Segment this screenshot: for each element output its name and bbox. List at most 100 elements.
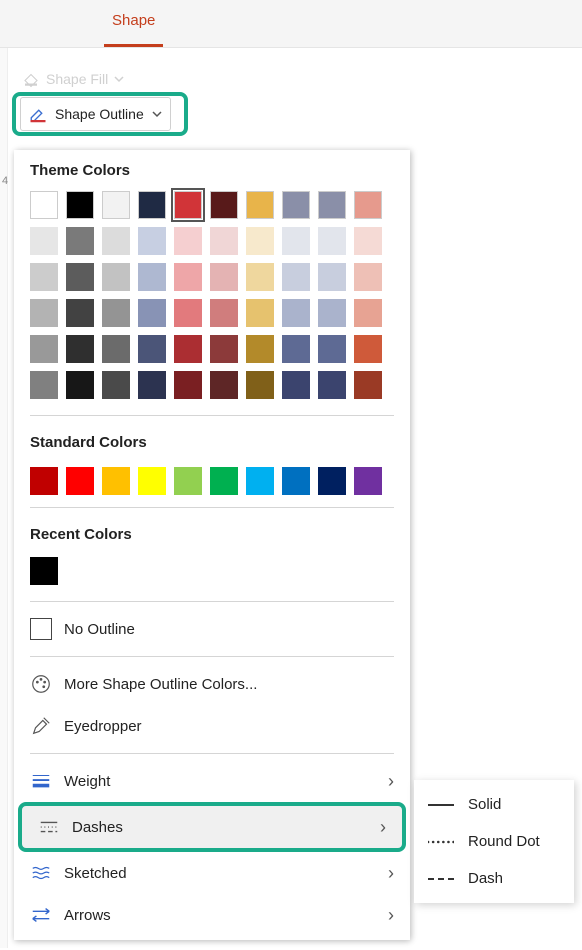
theme-swatch[interactable] (138, 263, 166, 291)
theme-swatch[interactable] (318, 371, 346, 399)
theme-swatch[interactable] (66, 335, 94, 363)
dashes-lines-icon (38, 816, 60, 838)
dash-option-dash[interactable]: Dash (414, 860, 574, 897)
ribbon-bar: Shape (0, 0, 582, 48)
theme-swatch[interactable] (66, 299, 94, 327)
theme-swatch[interactable] (210, 371, 238, 399)
eyedropper-item[interactable]: Eyedropper (14, 705, 410, 747)
theme-swatch[interactable] (282, 335, 310, 363)
theme-swatch[interactable] (354, 335, 382, 363)
theme-swatch[interactable] (318, 227, 346, 255)
theme-swatch[interactable] (282, 227, 310, 255)
dashes-label: Dashes (72, 819, 123, 836)
theme-swatch[interactable] (246, 227, 274, 255)
dash-option-label: Dash (468, 870, 503, 887)
recent-swatch[interactable] (30, 557, 58, 585)
theme-swatch[interactable] (282, 299, 310, 327)
theme-swatch[interactable] (102, 263, 130, 291)
theme-swatch[interactable] (138, 227, 166, 255)
theme-swatch[interactable] (282, 191, 310, 219)
dash-option-solid[interactable]: Solid (414, 786, 574, 823)
standard-swatch[interactable] (318, 467, 346, 495)
theme-swatch[interactable] (30, 335, 58, 363)
theme-swatch[interactable] (354, 299, 382, 327)
theme-swatch[interactable] (102, 227, 130, 255)
standard-swatch[interactable] (138, 467, 166, 495)
theme-swatch[interactable] (354, 191, 382, 219)
tab-shape[interactable]: Shape (104, 0, 163, 47)
theme-swatch[interactable] (30, 299, 58, 327)
arrows-label: Arrows (64, 907, 111, 924)
theme-swatch[interactable] (246, 371, 274, 399)
standard-colors-heading: Standard Colors (14, 422, 410, 459)
theme-swatch[interactable] (318, 191, 346, 219)
standard-swatch[interactable] (282, 467, 310, 495)
theme-swatch[interactable] (318, 335, 346, 363)
theme-swatch[interactable] (210, 299, 238, 327)
standard-swatch[interactable] (210, 467, 238, 495)
theme-swatch[interactable] (246, 335, 274, 363)
standard-swatch[interactable] (30, 467, 58, 495)
arrows-item[interactable]: Arrows › (14, 894, 410, 936)
divider (30, 753, 394, 754)
eyedropper-icon (30, 715, 52, 737)
theme-swatch[interactable] (138, 335, 166, 363)
theme-swatch[interactable] (354, 227, 382, 255)
more-colors-item[interactable]: More Shape Outline Colors... (14, 663, 410, 705)
weight-lines-icon (30, 770, 52, 792)
theme-swatch[interactable] (66, 227, 94, 255)
weight-item[interactable]: Weight › (14, 760, 410, 802)
divider (30, 656, 394, 657)
sketched-lines-icon (30, 862, 52, 884)
theme-swatch[interactable] (174, 191, 202, 219)
theme-swatch[interactable] (66, 191, 94, 219)
theme-swatch[interactable] (282, 263, 310, 291)
theme-swatch[interactable] (174, 263, 202, 291)
theme-swatch[interactable] (246, 263, 274, 291)
theme-swatch[interactable] (30, 227, 58, 255)
theme-swatch[interactable] (318, 263, 346, 291)
shape-outline-button[interactable]: Shape Outline (20, 97, 171, 131)
theme-swatch[interactable] (66, 263, 94, 291)
shape-fill-button[interactable]: Shape Fill (22, 70, 124, 88)
sketched-item[interactable]: Sketched › (14, 852, 410, 894)
dashes-item[interactable]: Dashes › (18, 802, 406, 852)
theme-swatch[interactable] (282, 371, 310, 399)
theme-swatch[interactable] (102, 191, 130, 219)
standard-swatch[interactable] (246, 467, 274, 495)
recent-colors-row (14, 551, 410, 595)
theme-swatch[interactable] (66, 371, 94, 399)
theme-swatch[interactable] (210, 227, 238, 255)
theme-swatch[interactable] (354, 263, 382, 291)
theme-swatch[interactable] (318, 299, 346, 327)
theme-swatch[interactable] (354, 371, 382, 399)
theme-swatch[interactable] (174, 227, 202, 255)
theme-swatch[interactable] (102, 371, 130, 399)
standard-swatch[interactable] (102, 467, 130, 495)
dash-option-dot[interactable]: Round Dot (414, 823, 574, 860)
standard-swatch[interactable] (354, 467, 382, 495)
no-outline-item[interactable]: No Outline (14, 608, 410, 650)
theme-swatch[interactable] (102, 299, 130, 327)
standard-swatch[interactable] (66, 467, 94, 495)
theme-swatch[interactable] (246, 191, 274, 219)
theme-swatch[interactable] (246, 299, 274, 327)
theme-colors-heading: Theme Colors (14, 150, 410, 187)
theme-swatch[interactable] (138, 371, 166, 399)
theme-swatch[interactable] (210, 191, 238, 219)
theme-swatch[interactable] (210, 263, 238, 291)
theme-swatch[interactable] (102, 335, 130, 363)
shape-outline-highlight: Shape Outline (12, 92, 188, 136)
theme-swatch[interactable] (30, 263, 58, 291)
theme-swatch[interactable] (210, 335, 238, 363)
theme-swatch[interactable] (30, 191, 58, 219)
more-colors-label: More Shape Outline Colors... (64, 676, 257, 693)
pen-outline-icon (29, 105, 47, 123)
theme-swatch[interactable] (138, 191, 166, 219)
theme-swatch[interactable] (30, 371, 58, 399)
theme-swatch[interactable] (138, 299, 166, 327)
standard-swatch[interactable] (174, 467, 202, 495)
theme-swatch[interactable] (174, 371, 202, 399)
theme-swatch[interactable] (174, 335, 202, 363)
theme-swatch[interactable] (174, 299, 202, 327)
